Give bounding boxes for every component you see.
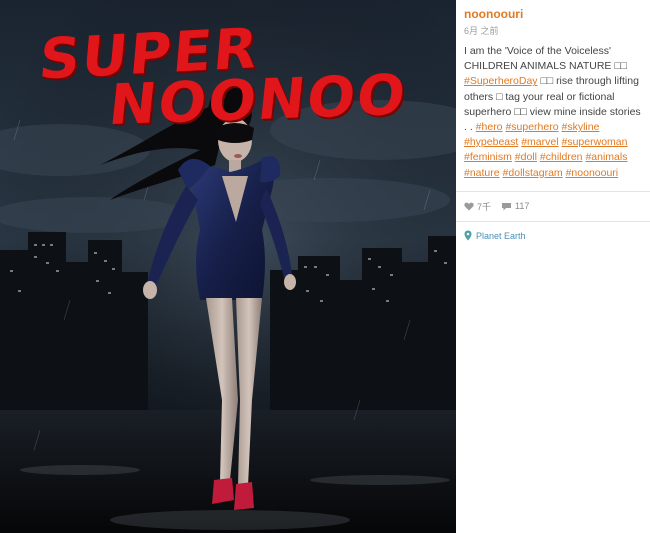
hashtag-link[interactable]: #marvel [521,136,558,148]
hashtag-link[interactable]: #superwoman [562,136,628,148]
username-link[interactable]: noonoouri [464,7,642,21]
likes-stat[interactable]: 7千 [464,200,491,213]
hashtag-link[interactable]: #nature [464,167,500,179]
photo-title-noonoo: NOONOO [105,62,411,139]
post-timestamp: 6月 之前 [464,26,499,36]
comments-count: 117 [515,201,530,212]
comment-icon [501,202,512,211]
hashtag-link[interactable]: #SuperheroDay [464,75,538,87]
hashtag-link[interactable]: #children [540,151,583,163]
post-caption: I am the 'Voice of the Voiceless' CHILDR… [464,44,642,181]
post-photo[interactable]: SUPER NOONOO [0,0,456,533]
post-sidebar: noonoouri 6月 之前 I am the 'Voice of the V… [456,0,650,533]
hashtag-link[interactable]: #doll [515,151,537,163]
post-stats: 7千 117 [464,192,642,213]
hashtag-link[interactable]: #superhero [505,121,558,133]
location[interactable]: Planet Earth [464,230,642,243]
likes-count: 7千 [477,201,492,212]
comments-stat[interactable]: 117 [501,201,529,211]
caption-text: I am the 'Voice of the Voiceless' CHILDR… [464,45,628,73]
hashtag-link[interactable]: #noonoouri [566,167,619,179]
hashtag-link[interactable]: #hypebeast [464,136,518,148]
hashtag-link[interactable]: #hero [476,121,503,133]
location-label: Planet Earth [476,231,526,242]
hashtag-link[interactable]: #feminism [464,151,512,163]
map-pin-icon [464,230,472,243]
hashtag-link[interactable]: #animals [585,151,627,163]
divider [456,220,650,222]
hashtag-link[interactable]: #skyline [562,121,600,133]
heart-icon [464,202,474,211]
hashtag-link[interactable]: #dollstagram [503,167,563,179]
